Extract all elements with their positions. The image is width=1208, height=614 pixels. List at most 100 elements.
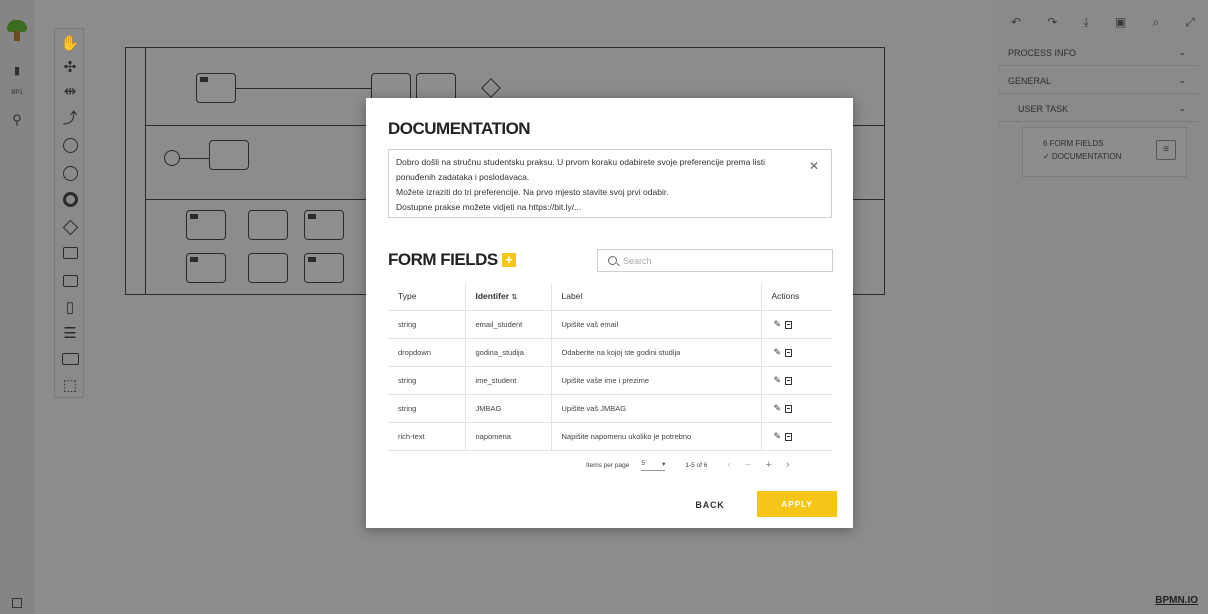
column-header-actions: Actions xyxy=(761,283,832,311)
space-tool-icon[interactable]: ⇹ xyxy=(55,79,85,103)
column-header-identifier[interactable]: Identifer ⇅ xyxy=(465,283,552,311)
group-icon[interactable]: ⬚ xyxy=(55,373,85,397)
form-fields-title-text: FORM FIELDS xyxy=(388,250,498,269)
documentation-status: ✓ DOCUMENTATION xyxy=(1043,152,1122,161)
edit-icon[interactable]: ✎ xyxy=(774,403,782,414)
add-page-icon[interactable]: + xyxy=(766,459,772,471)
column-header-label[interactable]: Label xyxy=(551,283,762,311)
delete-icon[interactable] xyxy=(785,404,793,413)
data-object-icon[interactable]: ▯ xyxy=(55,295,85,319)
edit-icon[interactable]: ✎ xyxy=(774,319,782,330)
documentation-textarea[interactable]: Dobro došli na stručnu studentsku praksu… xyxy=(388,149,832,218)
task-shape[interactable] xyxy=(248,210,288,240)
start-event-shape[interactable] xyxy=(164,150,180,166)
search-field[interactable] xyxy=(597,249,833,272)
undo-icon[interactable]: ↶ xyxy=(1011,15,1021,29)
prev-page-icon[interactable]: ‹ xyxy=(727,459,731,471)
task-shape[interactable] xyxy=(248,253,288,283)
rail-item-bp1[interactable]: BP1 xyxy=(0,90,34,96)
section-user-task[interactable]: USER TASK ⌄ xyxy=(998,96,1198,122)
page-range: 1-5 of 6 xyxy=(685,461,708,469)
edit-icon[interactable]: ✎ xyxy=(774,431,782,442)
properties-panel: ↶ ↷ ⤓ ▣ ⌕ ⤢ PROCESS INFO ⌄ GENERAL ⌄ USE… xyxy=(998,0,1208,614)
back-button[interactable]: BACK xyxy=(684,493,736,517)
cell-label: Upišite vaš email xyxy=(551,310,762,339)
subprocess-icon[interactable] xyxy=(55,269,85,293)
edit-form-button[interactable]: ≡ xyxy=(1156,140,1176,160)
person-icon[interactable]: ⚲ xyxy=(0,112,34,128)
delete-icon[interactable] xyxy=(785,432,793,441)
table-row: rich-text napomena Napišite napomenu uko… xyxy=(388,422,832,451)
cell-label: Odaberite na kojoj ste godini studija xyxy=(551,338,762,367)
search-icon[interactable]: ⌕ xyxy=(1152,15,1159,30)
intermediate-event-icon[interactable] xyxy=(55,161,85,185)
section-general[interactable]: GENERAL ⌄ xyxy=(998,68,1198,94)
next-page-icon[interactable]: › xyxy=(786,459,790,471)
close-icon[interactable]: ✕ xyxy=(809,159,819,173)
task-shape[interactable] xyxy=(209,140,249,170)
file-icon[interactable]: ▮ xyxy=(0,64,34,77)
section-label: GENERAL xyxy=(1008,75,1052,86)
cell-type: string xyxy=(388,366,466,395)
sequence-flow[interactable] xyxy=(180,158,209,159)
sequence-flow[interactable] xyxy=(236,88,371,89)
items-per-page-select[interactable]: 5 ▾ xyxy=(641,459,666,471)
edit-icon[interactable]: ✎ xyxy=(774,347,782,358)
task-shape[interactable] xyxy=(196,73,236,103)
search-input[interactable] xyxy=(623,255,813,266)
cell-identifier: email_student xyxy=(465,310,552,339)
table-row: string JMBAG Upišite vaš JMBAG ✎ xyxy=(388,394,832,423)
rail-bottom-icon[interactable] xyxy=(12,598,22,608)
task-shape[interactable] xyxy=(304,210,344,240)
delete-icon[interactable] xyxy=(785,320,793,329)
cell-label: Napišite napomenu ukoliko je potrebno xyxy=(551,422,762,451)
cell-actions: ✎ xyxy=(761,366,832,395)
user-task-card: 6 FORM FIELDS ✓ DOCUMENTATION ≡ xyxy=(1022,127,1187,177)
end-event-icon[interactable] xyxy=(55,187,85,211)
chevron-down-icon: ⌄ xyxy=(1178,103,1186,113)
task-shape[interactable] xyxy=(186,210,226,240)
cell-type: dropdown xyxy=(388,338,466,367)
expand-icon[interactable]: ⤢ xyxy=(1185,15,1195,30)
save-icon[interactable]: ▣ xyxy=(1115,15,1126,29)
cell-actions: ✎ xyxy=(761,338,832,367)
task-shape[interactable] xyxy=(186,253,226,283)
pool-icon[interactable] xyxy=(55,347,85,371)
table-header-row: Type Identifer ⇅ Label Actions xyxy=(388,283,832,311)
app-logo-icon[interactable] xyxy=(7,20,27,42)
bpmn-io-brand[interactable]: BPMN.IO xyxy=(1155,595,1198,606)
doc-line: Dostupne prakse možete vidjeti na https:… xyxy=(396,202,582,212)
table-row: dropdown godina_studija Odaberite na koj… xyxy=(388,338,832,367)
first-page-icon[interactable]: − xyxy=(745,459,751,471)
chevron-down-icon: ⌄ xyxy=(1178,47,1186,57)
cell-actions: ✎ xyxy=(761,310,832,339)
column-header-type[interactable]: Type xyxy=(388,283,466,311)
cell-actions: ✎ xyxy=(761,422,832,451)
pool-label-column xyxy=(126,48,146,294)
download-icon[interactable]: ⤓ xyxy=(1083,15,1088,30)
section-label: USER TASK xyxy=(1018,103,1069,114)
task-shape[interactable] xyxy=(304,253,344,283)
doc-line: Dobro došli na stručnu studentsku praksu… xyxy=(396,157,765,167)
cell-type: rich-text xyxy=(388,422,466,451)
connect-tool-icon[interactable]: ⤴ xyxy=(55,105,85,129)
add-field-button[interactable]: + xyxy=(501,253,516,267)
edit-icon[interactable]: ✎ xyxy=(774,375,782,386)
section-process-info[interactable]: PROCESS INFO ⌄ xyxy=(998,40,1198,66)
task-icon[interactable] xyxy=(55,241,85,265)
gateway-icon[interactable] xyxy=(55,215,85,239)
redo-icon[interactable]: ↷ xyxy=(1047,15,1057,29)
cell-identifier: ime_student xyxy=(465,366,552,395)
sort-icon[interactable]: ⇅ xyxy=(511,294,517,301)
delete-icon[interactable] xyxy=(785,376,793,385)
paginator: Items per page 5 ▾ 1-5 of 6 ‹ − + › xyxy=(586,458,832,472)
lasso-tool-icon[interactable]: ✣ xyxy=(55,55,85,79)
delete-icon[interactable] xyxy=(785,348,793,357)
chevron-down-icon: ⌄ xyxy=(1178,75,1186,85)
data-store-icon[interactable]: ☰ xyxy=(55,321,85,345)
cell-identifier: godina_studija xyxy=(465,338,552,367)
hand-tool-icon[interactable]: ✋ xyxy=(55,31,85,55)
start-event-icon[interactable] xyxy=(55,133,85,157)
apply-button[interactable]: APPLY xyxy=(757,491,837,517)
items-per-page-value: 5 xyxy=(641,459,645,467)
